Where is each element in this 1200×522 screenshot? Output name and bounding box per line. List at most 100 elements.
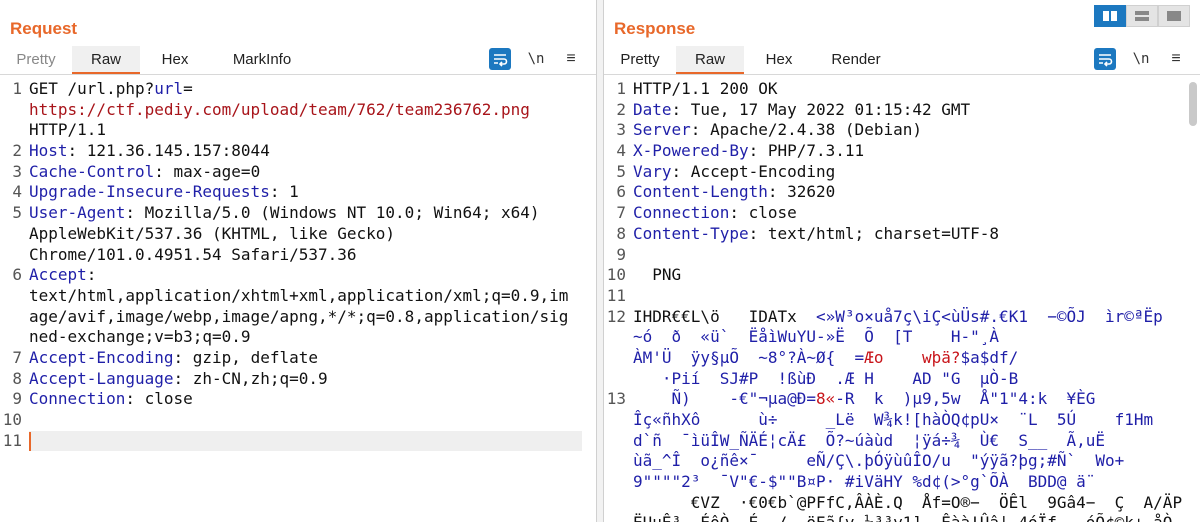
request-pane: Request Pretty Raw Hex MarkInfo \n ≡ 1 GE…: [0, 0, 597, 522]
line-text: GET /url.php?url=: [29, 79, 193, 100]
response-editor[interactable]: 1 HTTP/1.1 200 OK 2 Date: Tue, 17 May 2022 …: [604, 79, 1200, 522]
line-number: 3: [12, 161, 22, 181]
binary-segment: ·Pií SJ#P !ßùÐ .Æ H AD "G µÒ-B: [633, 368, 1019, 388]
line-text: Cache-Control: max-age=0: [29, 162, 260, 183]
line-number: 13: [606, 389, 626, 409]
header-value: : Apache/2.4.38 (Debian): [690, 120, 922, 140]
binary-segment: wþä?: [921, 347, 961, 367]
binary-line: ùã_^Î o¿ñê×¯ eÑ/Ç\.þÓÿùûÎO/u "ýÿã?þg;#Ñ`…: [604, 451, 1200, 472]
tab-raw[interactable]: Raw: [676, 46, 744, 74]
line-text: Date: Tue, 17 May 2022 01:15:42 GMT: [633, 100, 970, 121]
editor-line: 3 Cache-Control: max-age=0: [0, 162, 596, 183]
columns-icon: [1103, 11, 1117, 21]
layout-split-horizontal-button[interactable]: [1094, 5, 1126, 27]
wrap-lines-button[interactable]: [1094, 48, 1116, 70]
line-number: 11: [606, 285, 626, 305]
editor-line: 6 Content-Length: 32620: [604, 182, 1200, 203]
line-text: ËUuÊ³ ÉôÒ É / öEã{v ½³³y1] Êàà!Ûâ|-4óÏf¸…: [633, 513, 1172, 522]
request-tabs: Pretty Raw Hex MarkInfo: [0, 46, 314, 74]
editor-line: 2 Host: 121.36.145.157:8044: [0, 141, 596, 162]
editor-line: https://ctf.pediy.com/upload/team/762/te…: [0, 100, 596, 121]
tab-markinfo[interactable]: MarkInfo: [210, 46, 314, 74]
binary-line: d`ñ ¯ìüÎW_ÑÄÉ¦cÄ£ Õ?~úàùd ¦ÿá÷¾ Ù€ S__ Ã…: [604, 431, 1200, 452]
line-number: 5: [12, 203, 22, 223]
tab-pretty[interactable]: Pretty: [604, 46, 676, 74]
line-number: 8: [12, 368, 22, 388]
editor-line: 5 Vary: Accept-Encoding: [604, 162, 1200, 183]
menu-icon[interactable]: ≡: [1165, 48, 1187, 70]
request-editor[interactable]: 1 GET /url.php?url= https://ctf.pediy.com/…: [0, 79, 596, 522]
header-name: Accept-Encoding: [29, 347, 174, 367]
binary-segment: ÀM'Ü ÿy§µÕ ~8°?À~Ø{ =: [633, 347, 865, 367]
show-newlines-button[interactable]: \n: [1130, 48, 1152, 70]
line-text: ~ó ð «ü` ËåìWuYU-»Ë Õ [T H-"¸À: [633, 327, 999, 348]
line-text: Upgrade-Insecure-Requests: 1: [29, 182, 299, 203]
rows-icon: [1135, 11, 1149, 21]
line-number: 9: [12, 389, 22, 409]
layout-tabs-button[interactable]: [1158, 5, 1190, 27]
editor-line: 1 GET /url.php?url=: [0, 79, 596, 100]
line-text: AppleWebKit/537.36 (KHTML, like Gecko): [29, 224, 395, 245]
binary-line: €VZ ·€0€b`@PFfC,ÂÀÈ.Q Åf=O®− ÖÊl 9Gâ4− Ç…: [604, 493, 1200, 514]
line-number: 6: [616, 182, 626, 202]
editor-line: 10: [0, 410, 596, 431]
line-text: Connection: close: [633, 203, 797, 224]
tab-hex[interactable]: Hex: [140, 46, 210, 74]
tab-pretty[interactable]: Pretty: [0, 46, 72, 74]
header-value: : text/html; charset=UTF-8: [748, 223, 1000, 243]
wrap-lines-button[interactable]: [489, 48, 511, 70]
editor-line: 2 Date: Tue, 17 May 2022 01:15:42 GMT: [604, 100, 1200, 121]
editor-line: 4 Upgrade-Insecure-Requests: 1: [0, 182, 596, 203]
tab-raw[interactable]: Raw: [72, 46, 140, 74]
show-newlines-button[interactable]: \n: [525, 48, 547, 70]
binary-line: 13 Ñ) -€"¬µa@Ð=8«-R k )µ9,5w Å"1"4:k ¥ÈG: [604, 389, 1200, 410]
editor-line: 10 PNG: [604, 265, 1200, 286]
header-name: Date: [633, 99, 672, 119]
line-content: HTTP/1.1 200 OK: [633, 79, 778, 98]
line-number: 5: [616, 161, 626, 181]
binary-line: 12 IHDR€€L\ö IDATx <»W³o×uå7ç\iÇ<ùÜs#.€K1…: [604, 307, 1200, 328]
line-number: 10: [2, 410, 22, 429]
editor-line: 11: [604, 286, 1200, 307]
line-text: 9""""2³ ¯V"€-$""B¤P· #iVäHY %d¢(>°g`ÕÀ B…: [633, 472, 1095, 493]
editor-line: 8 Content-Type: text/html; charset=UTF-8: [604, 224, 1200, 245]
header-value: : 121.36.145.157:8044: [67, 141, 270, 161]
binary-line: ËUuÊ³ ÉôÒ É / öEã{v ½³³y1] Êàà!Ûâ|-4óÏf¸…: [604, 513, 1200, 522]
editor-line: 9 Connection: close: [0, 389, 596, 410]
binary-line: ~ó ð «ü` ËåìWuYU-»Ë Õ [T H-"¸À: [604, 327, 1200, 348]
line-text: ÀM'Ü ÿy§µÕ ~8°?À~Ø{ =Æo wþä?$a$df/: [633, 348, 1018, 369]
line-text: Accept-Language: zh-CN,zh;q=0.9: [29, 369, 328, 390]
binary-segment: 9""""2³ ¯V"€-$""B¤P· #iVäHY %d¢(>°g`ÕÀ B…: [633, 472, 1096, 492]
header-name: Accept: [29, 265, 87, 285]
header-value: : 1: [269, 182, 299, 202]
line-text: https://ctf.pediy.com/upload/team/762/te…: [29, 100, 530, 121]
line-text: Accept:: [29, 265, 96, 286]
header-name: Host: [29, 141, 68, 161]
menu-icon[interactable]: ≡: [560, 48, 582, 70]
line-text: User-Agent: Mozilla/5.0 (Windows NT 10.0…: [29, 203, 540, 224]
header-name: Content-Length: [633, 182, 768, 202]
line-text: X-Powered-By: PHP/7.3.11: [633, 141, 864, 162]
tab-render[interactable]: Render: [814, 46, 898, 74]
binary-line: 9""""2³ ¯V"€-$""B¤P· #iVäHY %d¢(>°g`ÕÀ B…: [604, 472, 1200, 493]
line-text: ned-exchange;v=b3;q=0.9: [29, 327, 251, 348]
tab-hex[interactable]: Hex: [744, 46, 814, 74]
editor-line: text/html,application/xhtml+xml,applicat…: [0, 286, 596, 307]
scrollbar[interactable]: [1189, 82, 1197, 126]
line-number: 7: [616, 203, 626, 223]
editor-line: 3 Server: Apache/2.4.38 (Debian): [604, 120, 1200, 141]
line-text: Host: 121.36.145.157:8044: [29, 141, 270, 162]
editor-line: 4 X-Powered-By: PHP/7.3.11: [604, 141, 1200, 162]
binary-segment: ~ó ð «ü` ËåìWuYU-»Ë Õ [T H-"¸À: [633, 327, 1000, 347]
editor-line: age/avif,image/webp,image/apng,*/*;q=0.8…: [0, 307, 596, 328]
header-value: : close: [125, 389, 193, 409]
header-name: Connection: [29, 389, 126, 409]
line-number: 3: [616, 120, 626, 140]
header-value: : zh-CN,zh;q=0.9: [173, 368, 328, 388]
line-number: 11: [2, 430, 22, 450]
binary-segment: Îç«ñhXô ù÷ _Lë W¾k![hàÒQ¢pU× ¨L 5Ú f1Hm: [633, 410, 1154, 429]
line-text: Ñ) -€"¬µa@Ð=8«-R k )µ9,5w Å"1"4:k ¥ÈG: [633, 389, 1096, 410]
line-text: ùã_^Î o¿ñê×¯ eÑ/Ç\.þÓÿùûÎO/u "ýÿã?þg;#Ñ`…: [633, 451, 1124, 472]
line-text: €VZ ·€0€b`@PFfC,ÂÀÈ.Q Åf=O®− ÖÊl 9Gâ4− Ç…: [633, 493, 1182, 514]
layout-split-vertical-button[interactable]: [1126, 5, 1158, 27]
